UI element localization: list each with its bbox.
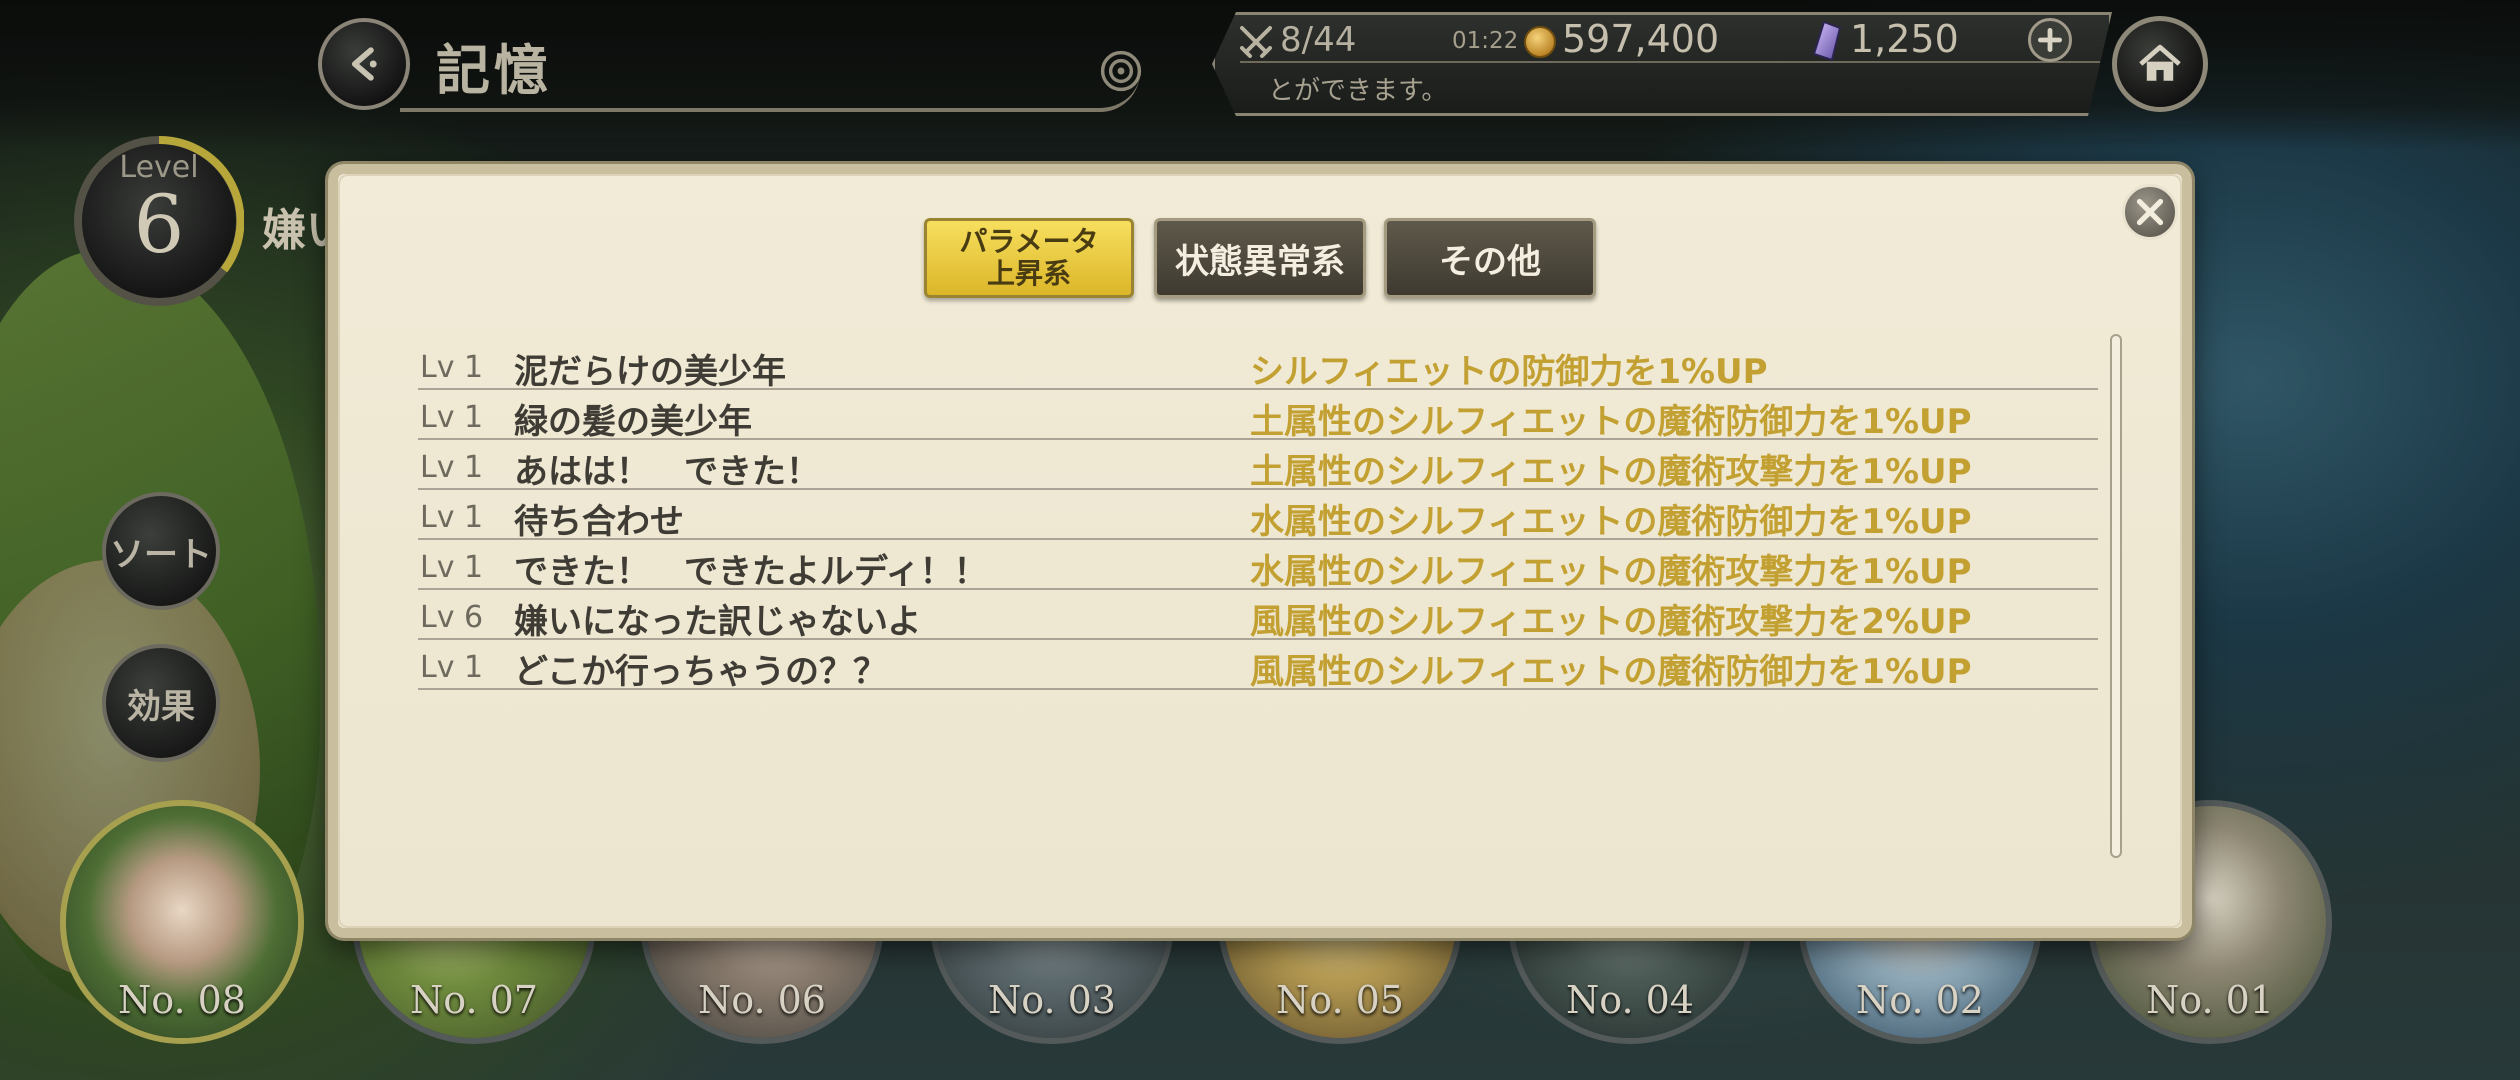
news-ticker: とができます。	[1268, 76, 1448, 106]
resource-divider	[1240, 61, 2100, 63]
effect-level: Lv 1	[420, 650, 484, 685]
crystal-gem-icon	[1812, 20, 1842, 62]
memory-title: 泥だらけの美少年	[514, 352, 786, 392]
effect-description: 風属性のシルフィエットの魔術攻撃力を2%UP	[1250, 602, 1972, 642]
effect-row: Lv 1 泥だらけの美少年 シルフィエットの防御力を1%UP	[418, 340, 2098, 392]
effect-description: 水属性のシルフィエットの魔術防御力を1%UP	[1250, 502, 1972, 542]
memory-card-number: No. 08	[118, 978, 246, 1022]
effect-row: Lv 1 待ち合わせ 水属性のシルフィエットの魔術防御力を1%UP	[418, 490, 2098, 542]
effect-description: 風属性のシルフィエットの魔術防御力を1%UP	[1250, 652, 1972, 692]
memory-title: 待ち合わせ	[514, 502, 684, 542]
home-icon	[2139, 44, 2181, 81]
stamina-value: 8/44	[1280, 20, 1357, 60]
swirl-ornament-icon	[1100, 50, 1142, 92]
effect-description: 水属性のシルフィエットの魔術攻撃力を1%UP	[1250, 552, 1972, 592]
effect-row: Lv 1 あはは！ できた！ 土属性のシルフィエットの魔術攻撃力を1%UP	[418, 440, 2098, 492]
tab-parameter-label-2: 上昇系	[986, 257, 1071, 290]
home-button[interactable]	[2112, 16, 2208, 112]
memory-card-number: No. 02	[1856, 978, 1984, 1022]
level-value: 6	[133, 178, 185, 271]
tab-parameter-up[interactable]: パラメータ 上昇系	[924, 218, 1134, 298]
effect-level: Lv 1	[420, 550, 484, 585]
close-button[interactable]	[2122, 184, 2178, 240]
effect-level: Lv 1	[420, 500, 484, 535]
effect-level: Lv 1	[420, 350, 484, 385]
gem-count: 1,250	[1850, 17, 1959, 61]
effect-level: Lv 6	[420, 600, 484, 635]
page-title: 記憶	[436, 38, 552, 102]
close-icon	[2136, 198, 2164, 226]
memory-title: できた！ できたよルディ！！	[514, 552, 988, 592]
memory-card[interactable]: No. 08	[60, 800, 304, 1044]
sort-button[interactable]: ソート	[102, 492, 220, 610]
coin-count: 597,400	[1562, 17, 1720, 61]
memory-card-number: No. 07	[410, 978, 538, 1022]
effect-row: Lv 1 どこか行っちゃうの？？ 風属性のシルフィエットの魔術防御力を1%UP	[418, 640, 2098, 692]
effect-description: シルフィエットの防御力を1%UP	[1250, 352, 1768, 392]
memory-card-number: No. 06	[698, 978, 826, 1022]
stamina-timer: 01:22	[1452, 28, 1519, 54]
crossed-swords-icon	[1240, 26, 1272, 58]
tab-status-ailment[interactable]: 状態異常系	[1154, 218, 1366, 298]
effect-list: Lv 1 泥だらけの美少年 シルフィエットの防御力を1%UP Lv 1 緑の髪の…	[418, 340, 2098, 692]
effect-description: 土属性のシルフィエットの魔術攻撃力を1%UP	[1250, 452, 1972, 492]
list-scrollbar[interactable]	[2110, 334, 2122, 858]
coin-icon	[1524, 26, 1556, 58]
back-arrow-icon	[351, 47, 377, 81]
memory-card-number: No. 05	[1276, 978, 1404, 1022]
memory-card-number: No. 04	[1566, 978, 1694, 1022]
back-button[interactable]	[318, 18, 410, 110]
memory-title: 緑の髪の美少年	[514, 402, 752, 442]
memory-title: どこか行っちゃうの？？	[514, 652, 887, 692]
effect-row: Lv 6 嫌いになった訳じゃないよ 風属性のシルフィエットの魔術攻撃力を2%UP	[418, 590, 2098, 642]
tab-other[interactable]: その他	[1384, 218, 1596, 298]
memory-title: あはは！ できた！	[514, 452, 820, 492]
add-gems-button[interactable]	[2028, 18, 2072, 62]
effect-level: Lv 1	[420, 450, 484, 485]
plus-icon	[2038, 28, 2062, 52]
effect-description: 土属性のシルフィエットの魔術防御力を1%UP	[1250, 402, 1972, 442]
tab-parameter-label-1: パラメータ	[959, 225, 1099, 258]
effect-level: Lv 1	[420, 400, 484, 435]
memory-title: 嫌いになった訳じゃないよ	[514, 602, 922, 642]
effect-row: Lv 1 できた！ できたよルディ！！ 水属性のシルフィエットの魔術攻撃力を1%…	[418, 540, 2098, 592]
effect-row: Lv 1 緑の髪の美少年 土属性のシルフィエットの魔術防御力を1%UP	[418, 390, 2098, 442]
effect-button[interactable]: 効果	[102, 644, 220, 762]
memory-card-number: No. 03	[988, 978, 1116, 1022]
memory-card-number: No. 01	[2146, 978, 2274, 1022]
